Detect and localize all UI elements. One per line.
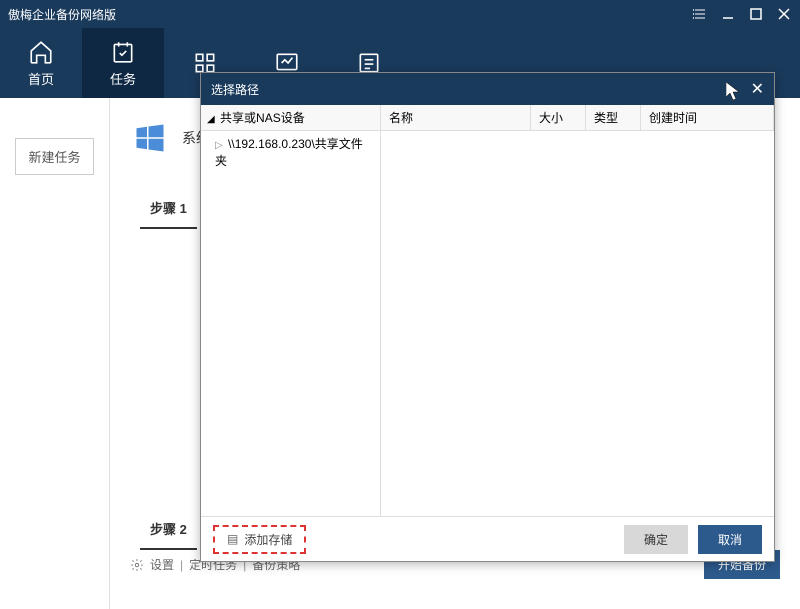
windows-icon bbox=[130, 118, 170, 158]
modal-header: 选择路径 ✕ bbox=[201, 73, 774, 105]
modal-title: 选择路径 bbox=[211, 81, 751, 98]
col-name[interactable]: 名称 bbox=[381, 105, 531, 130]
expand-icon: ▷ bbox=[215, 140, 223, 151]
col-size[interactable]: 大小 bbox=[531, 105, 586, 130]
collapse-icon: ◢ bbox=[207, 114, 215, 125]
step-2[interactable]: 步骤 2 bbox=[140, 509, 197, 550]
col-time[interactable]: 创建时间 bbox=[641, 105, 774, 130]
maximize-icon[interactable] bbox=[748, 6, 764, 22]
path-select-modal: 选择路径 ✕ ◢ 共享或NAS设备 ▷ \\192.168.0.230\共享文件… bbox=[200, 72, 775, 562]
list-panel: 名称 大小 类型 创建时间 bbox=[381, 105, 774, 516]
app-title: 傲梅企业备份网络版 bbox=[8, 6, 692, 23]
step-1[interactable]: 步骤 1 bbox=[140, 188, 197, 229]
storage-icon: ▤ bbox=[227, 532, 238, 546]
modal-footer: ▤ 添加存储 确定 取消 bbox=[201, 517, 774, 561]
add-storage-label: 添加存储 bbox=[244, 531, 292, 548]
modal-close-icon[interactable]: ✕ bbox=[751, 79, 764, 99]
nav-home[interactable]: 首页 bbox=[0, 28, 82, 98]
divider: | bbox=[180, 558, 183, 572]
ok-button[interactable]: 确定 bbox=[624, 525, 688, 554]
new-task-button[interactable]: 新建任务 bbox=[15, 138, 94, 175]
tree-header[interactable]: ◢ 共享或NAS设备 bbox=[201, 105, 380, 131]
modal-body: ◢ 共享或NAS设备 ▷ \\192.168.0.230\共享文件夹 名称 大小… bbox=[201, 105, 774, 517]
list-header: 名称 大小 类型 创建时间 bbox=[381, 105, 774, 131]
nav-tasks[interactable]: 任务 bbox=[82, 28, 164, 98]
sidebar: 新建任务 bbox=[0, 98, 110, 609]
tree-item-label: \\192.168.0.230\共享文件夹 bbox=[215, 137, 363, 168]
nav-tasks-label: 任务 bbox=[110, 69, 136, 88]
add-storage-button[interactable]: ▤ 添加存储 bbox=[213, 525, 306, 554]
gear-icon[interactable] bbox=[130, 558, 144, 572]
menu-icon[interactable] bbox=[692, 6, 708, 22]
footer-settings[interactable]: 设置 bbox=[150, 556, 174, 573]
tree-panel: ◢ 共享或NAS设备 ▷ \\192.168.0.230\共享文件夹 bbox=[201, 105, 381, 516]
window-controls bbox=[692, 6, 792, 22]
close-icon[interactable] bbox=[776, 6, 792, 22]
tree-item-share[interactable]: ▷ \\192.168.0.230\共享文件夹 bbox=[201, 131, 380, 173]
col-type[interactable]: 类型 bbox=[586, 105, 641, 130]
minimize-icon[interactable] bbox=[720, 6, 736, 22]
titlebar: 傲梅企业备份网络版 bbox=[0, 0, 800, 28]
cancel-button[interactable]: 取消 bbox=[698, 525, 762, 554]
nav-home-label: 首页 bbox=[28, 69, 54, 88]
tree-header-label: 共享或NAS设备 bbox=[220, 111, 305, 125]
